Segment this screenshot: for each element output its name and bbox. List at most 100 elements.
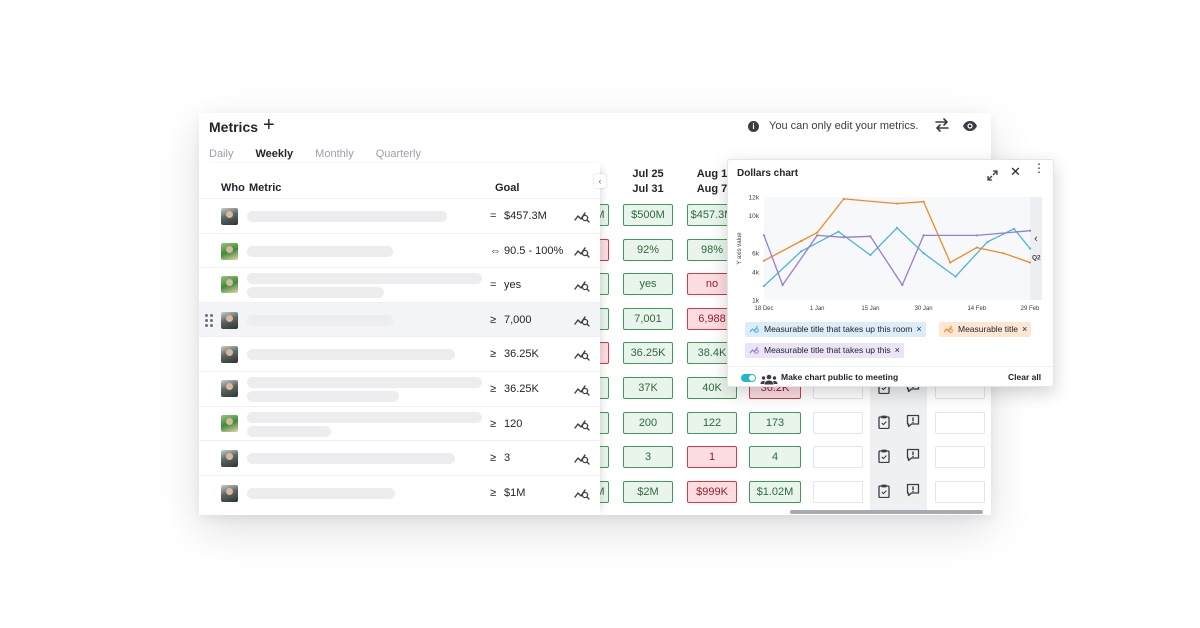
issue-icon[interactable] bbox=[906, 448, 920, 467]
chart-trend-icon[interactable] bbox=[574, 382, 590, 401]
y-axis-label: Y axis value bbox=[737, 232, 743, 265]
metric-value-cell[interactable]: $500M bbox=[623, 204, 673, 226]
more-icon[interactable]: ⋮ bbox=[1033, 162, 1045, 174]
empty-value-cell[interactable] bbox=[935, 446, 985, 469]
issue-icon[interactable] bbox=[906, 483, 920, 502]
chip-remove-icon[interactable]: × bbox=[895, 345, 900, 355]
metric-value-cell[interactable]: 1 bbox=[687, 446, 737, 469]
clear-all-button[interactable]: Clear all bbox=[1008, 372, 1041, 382]
chart-trend-icon[interactable] bbox=[574, 451, 590, 470]
add-metric-button[interactable]: + bbox=[263, 114, 275, 137]
chart-popup-footer: Make chart public to meeting Clear all bbox=[728, 366, 1053, 388]
x-tick-label: 29 Feb bbox=[1021, 306, 1040, 312]
drag-handle-icon[interactable] bbox=[205, 313, 213, 327]
series-point bbox=[1002, 252, 1005, 255]
avatar bbox=[221, 414, 238, 432]
metric-value-cell[interactable]: 3 bbox=[623, 446, 673, 469]
table-row[interactable]: ⇔ 90.5 - 100% bbox=[199, 232, 600, 268]
series-point bbox=[954, 275, 957, 278]
table-row[interactable]: ≥36.25K bbox=[199, 371, 600, 406]
metric-value-cell[interactable]: $1.02M bbox=[749, 480, 801, 503]
metric-value-cell[interactable]: 200 bbox=[623, 411, 673, 434]
metric-value-cell[interactable]: yes bbox=[623, 273, 673, 296]
metric-name-placeholder bbox=[247, 487, 395, 499]
series-point bbox=[895, 202, 899, 205]
empty-value-cell[interactable] bbox=[813, 446, 863, 469]
chart-trend-icon bbox=[749, 346, 759, 354]
goal-value: $1M bbox=[504, 486, 526, 499]
x-tick-label: 30 Jan bbox=[915, 306, 933, 312]
metric-value-cell[interactable]: 7,001 bbox=[623, 307, 673, 330]
metric-value-cell[interactable]: 173 bbox=[749, 411, 801, 434]
eye-icon[interactable] bbox=[962, 119, 978, 137]
series-chip[interactable]: Measurable title that takes up this × bbox=[745, 343, 904, 358]
close-icon[interactable]: ✕ bbox=[1010, 164, 1021, 180]
swap-icon[interactable] bbox=[934, 117, 950, 138]
table-row[interactable]: ≥7,000 bbox=[199, 301, 600, 337]
clipboard-icon[interactable] bbox=[878, 415, 890, 434]
collapse-panel-button[interactable]: ‹ bbox=[594, 174, 606, 188]
table-row[interactable]: ≥120 bbox=[199, 405, 600, 441]
metric-name-placeholder bbox=[247, 453, 455, 465]
empty-value-cell[interactable] bbox=[935, 480, 985, 503]
goal-operator: ≥ bbox=[490, 417, 497, 430]
horizontal-scrollbar[interactable] bbox=[790, 510, 983, 514]
series-point bbox=[842, 197, 845, 200]
metric-header: Metric bbox=[249, 182, 282, 194]
metric-name-placeholder bbox=[247, 245, 393, 257]
series-point bbox=[842, 236, 845, 239]
chip-remove-icon[interactable]: × bbox=[1022, 324, 1027, 334]
table-row[interactable]: = yes bbox=[199, 267, 600, 302]
who-header: Who bbox=[221, 182, 245, 194]
metric-value-cell[interactable]: $999K bbox=[687, 480, 737, 503]
goal-operator: ≥ bbox=[490, 452, 497, 465]
chart-nav-strip bbox=[1030, 197, 1042, 300]
metric-value-cell[interactable]: 37K bbox=[623, 377, 673, 399]
y-tick-label: 10k bbox=[749, 213, 760, 220]
series-chip[interactable]: Measurable title that takes up this room… bbox=[745, 322, 926, 337]
chart-trend-icon[interactable] bbox=[574, 417, 590, 436]
chart-trend-icon[interactable] bbox=[574, 278, 590, 297]
series-point bbox=[922, 200, 925, 203]
y-tick-label: 4k bbox=[752, 269, 760, 276]
avatar bbox=[221, 450, 238, 468]
table-row[interactable]: ≥36.25K bbox=[199, 336, 600, 371]
chart-nav-arrow-icon[interactable]: ‹ bbox=[1034, 233, 1038, 245]
table-row[interactable]: ≥3 bbox=[199, 440, 600, 475]
empty-value-cell[interactable] bbox=[935, 411, 985, 434]
chart-trend-icon[interactable] bbox=[574, 347, 590, 366]
series-point bbox=[781, 283, 784, 287]
empty-value-cell[interactable] bbox=[813, 480, 863, 503]
series-point bbox=[1028, 229, 1032, 232]
metric-value-cell[interactable]: 122 bbox=[687, 411, 737, 434]
x-tick-label: 15 Jan bbox=[861, 306, 879, 312]
chart-trend-icon[interactable] bbox=[574, 486, 590, 505]
metric-value-cell[interactable]: 92% bbox=[623, 238, 673, 261]
public-toggle[interactable] bbox=[741, 374, 756, 382]
metrics-table: Who Metric Goal ‹ = $457.3M ⇔ 90.5 - 100% = y… bbox=[199, 163, 606, 515]
series-point bbox=[816, 234, 819, 237]
metric-value-cell[interactable]: 36.25K bbox=[623, 342, 673, 365]
metric-name-placeholder bbox=[247, 425, 331, 437]
x-tick-label: 14 Feb bbox=[967, 306, 986, 312]
metric-value-cell[interactable]: 4 bbox=[749, 446, 801, 469]
series-chip-label: Measurable title bbox=[958, 324, 1019, 334]
goal-value: 90.5 - 100% bbox=[504, 244, 564, 257]
expand-icon[interactable] bbox=[987, 168, 998, 186]
metric-value-cell[interactable]: $2M bbox=[623, 480, 673, 503]
empty-value-cell[interactable] bbox=[813, 411, 863, 434]
series-point bbox=[949, 261, 952, 264]
goal-operator: ⇔ bbox=[490, 244, 501, 257]
table-row[interactable]: ≥ $1M bbox=[199, 474, 600, 510]
chart-trend-icon[interactable] bbox=[574, 313, 590, 332]
chart-trend-icon[interactable] bbox=[574, 244, 590, 263]
clipboard-icon[interactable] bbox=[878, 484, 890, 503]
chart-trend-icon[interactable] bbox=[574, 209, 590, 228]
goal-operator: = bbox=[490, 279, 497, 292]
issue-icon[interactable] bbox=[906, 414, 920, 433]
table-row[interactable]: = $457.3M bbox=[199, 198, 600, 233]
series-chip[interactable]: Measurable title × bbox=[939, 322, 1032, 337]
series-point bbox=[800, 239, 803, 243]
clipboard-icon[interactable] bbox=[878, 449, 890, 468]
chip-remove-icon[interactable]: × bbox=[916, 324, 921, 334]
